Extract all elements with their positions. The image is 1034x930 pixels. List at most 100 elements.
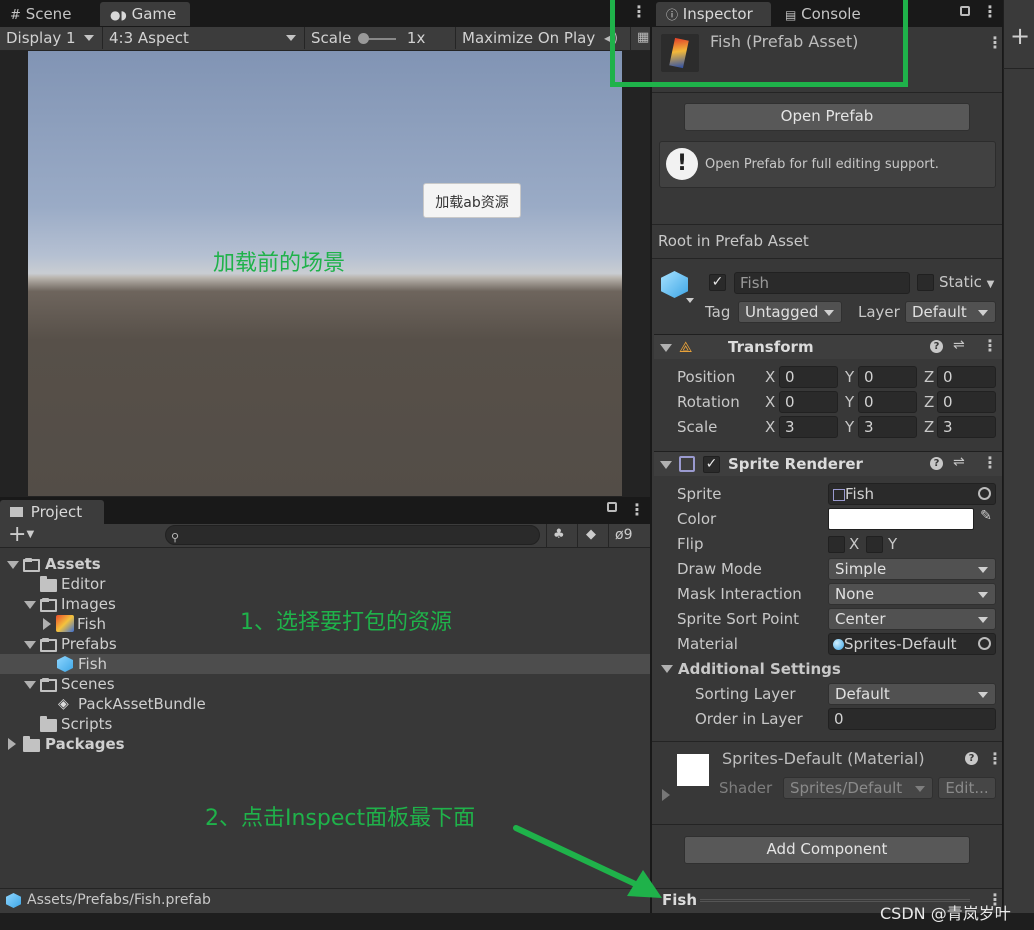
root-label: Root in Prefab Asset xyxy=(658,232,809,250)
tree-fish-image[interactable]: Fish xyxy=(77,615,106,633)
lock-icon[interactable] xyxy=(607,502,617,512)
divider xyxy=(652,824,1002,825)
sprite-object-field[interactable]: Fish xyxy=(828,483,996,505)
assets-expand-icon[interactable] xyxy=(7,561,19,569)
sprite-renderer-foldout-icon[interactable] xyxy=(660,461,672,469)
sort-point-dropdown[interactable]: Center xyxy=(828,608,996,630)
object-name-field[interactable]: Fish xyxy=(734,272,910,294)
prefabs-expand-icon[interactable] xyxy=(24,641,36,649)
scale-x-field[interactable]: 3 xyxy=(779,416,838,438)
material-foldout-icon[interactable] xyxy=(662,789,670,801)
scale-slider[interactable]: Scale 1x xyxy=(304,27,454,49)
sprite-renderer-enabled-checkbox[interactable]: ✓ xyxy=(703,456,720,473)
active-checkbox[interactable]: ✓ xyxy=(709,274,726,291)
scale-z-field[interactable]: 3 xyxy=(937,416,996,438)
tab-project[interactable]: Project xyxy=(0,500,104,524)
sorting-layer-dropdown[interactable]: Default xyxy=(828,683,996,705)
lock-icon[interactable] xyxy=(960,6,970,16)
maximize-on-play-toggle[interactable]: Maximize On Play xyxy=(455,27,600,49)
tree-packages[interactable]: Packages xyxy=(45,735,125,753)
scale-label: Scale xyxy=(677,418,718,436)
hidden-packages-icon[interactable]: ø9 xyxy=(608,524,650,548)
inspector-menu-icon[interactable]: ⋮ xyxy=(982,2,998,21)
add-tab-icon[interactable]: + xyxy=(1010,24,1030,48)
fish-image-expand-icon[interactable] xyxy=(43,618,51,630)
edit-shader-button[interactable]: Edit... xyxy=(938,777,996,799)
add-component-button[interactable]: Add Component xyxy=(684,836,970,864)
tree-images[interactable]: Images xyxy=(61,595,116,613)
asset-menu-icon[interactable]: ⋮ xyxy=(987,33,1003,52)
create-button[interactable]: +▼ xyxy=(8,524,34,546)
tree-packassetbundle[interactable]: PackAssetBundle xyxy=(78,695,206,713)
divider xyxy=(652,92,1002,93)
help-icon[interactable]: ? xyxy=(965,752,978,765)
material-ball-icon xyxy=(833,639,844,650)
static-dropdown[interactable]: Static ▼ xyxy=(939,273,994,291)
material-menu-icon[interactable]: ⋮ xyxy=(987,749,1003,768)
material-object-field[interactable]: Sprites-Default xyxy=(828,633,996,655)
additional-settings-foldout-icon[interactable] xyxy=(661,665,673,673)
material-preview xyxy=(677,754,709,786)
additional-settings-header[interactable]: Additional Settings xyxy=(678,660,841,678)
object-picker-icon[interactable] xyxy=(978,637,991,650)
help-icon[interactable]: ? xyxy=(930,457,943,470)
tree-scenes[interactable]: Scenes xyxy=(61,675,115,693)
scale-handle[interactable] xyxy=(358,32,370,44)
rotation-z-field[interactable]: 0 xyxy=(937,391,996,413)
filter-label-icon[interactable]: ◆ xyxy=(577,524,607,548)
component-menu-icon[interactable]: ⋮ xyxy=(982,336,998,355)
sprite-asset-icon xyxy=(833,488,845,501)
sprite-renderer-title: Sprite Renderer xyxy=(728,455,863,473)
filter-type-icon[interactable]: ♣ xyxy=(546,524,576,548)
presets-icon[interactable]: ⇌ xyxy=(953,454,965,470)
shader-label: Shader xyxy=(719,779,773,797)
transform-header[interactable] xyxy=(654,334,1002,359)
transform-foldout-icon[interactable] xyxy=(660,344,672,352)
load-ab-button[interactable]: 加载ab资源 xyxy=(423,183,521,218)
component-menu-icon[interactable]: ⋮ xyxy=(982,453,998,472)
tree-assets[interactable]: Assets xyxy=(45,555,101,573)
tree-prefabs[interactable]: Prefabs xyxy=(61,635,117,653)
position-z-field[interactable]: 0 xyxy=(937,366,996,388)
rotation-x-field[interactable]: 0 xyxy=(779,391,838,413)
flip-x-checkbox[interactable] xyxy=(828,536,845,553)
project-search-input[interactable]: ⚲ xyxy=(165,525,540,545)
static-checkbox[interactable] xyxy=(917,274,934,291)
scenes-expand-icon[interactable] xyxy=(24,681,36,689)
scale-track xyxy=(358,32,397,44)
tree-fish-prefab[interactable]: Fish xyxy=(78,655,107,673)
open-prefab-button[interactable]: Open Prefab xyxy=(684,103,970,131)
axis-y-label: Y xyxy=(845,368,855,386)
tree-editor[interactable]: Editor xyxy=(61,575,105,593)
mask-interaction-dropdown[interactable]: None xyxy=(828,583,996,605)
project-menu-icon[interactable]: ⋮ xyxy=(629,500,645,519)
tag-dropdown[interactable]: Untagged xyxy=(738,301,842,323)
object-picker-icon[interactable] xyxy=(978,487,991,500)
sprite-label: Sprite xyxy=(677,485,722,503)
color-swatch[interactable] xyxy=(828,508,974,530)
rotation-y-field[interactable]: 0 xyxy=(858,391,917,413)
order-in-layer-field[interactable]: 0 xyxy=(828,708,996,730)
scale-y-field[interactable]: 3 xyxy=(858,416,917,438)
position-x-field[interactable]: 0 xyxy=(779,366,838,388)
display-dropdown[interactable]: Display 1 xyxy=(0,27,100,49)
icon-dropdown-arrow[interactable] xyxy=(686,298,694,303)
presets-icon[interactable]: ⇌ xyxy=(953,337,965,353)
tab-game[interactable]: ●◗ Game xyxy=(100,2,190,26)
divider xyxy=(1003,68,1034,69)
layer-dropdown[interactable]: Default xyxy=(905,301,996,323)
packages-expand-icon[interactable] xyxy=(8,738,16,750)
help-icon[interactable]: ? xyxy=(930,340,943,353)
position-y-field[interactable]: 0 xyxy=(858,366,917,388)
shader-dropdown[interactable]: Sprites/Default xyxy=(783,777,933,799)
gamepad-icon: ●◗ xyxy=(110,8,127,22)
flip-y-checkbox[interactable] xyxy=(866,536,883,553)
eyedropper-icon[interactable]: ✎ xyxy=(976,508,996,530)
search-icon: ⚲ xyxy=(171,531,180,544)
tree-scripts[interactable]: Scripts xyxy=(61,715,112,733)
aspect-dropdown[interactable]: 4:3 Aspect xyxy=(102,27,302,49)
axis-x-label: X xyxy=(765,418,776,436)
tab-scene[interactable]: # Scene xyxy=(0,2,81,26)
images-expand-icon[interactable] xyxy=(24,601,36,609)
draw-mode-dropdown[interactable]: Simple xyxy=(828,558,996,580)
